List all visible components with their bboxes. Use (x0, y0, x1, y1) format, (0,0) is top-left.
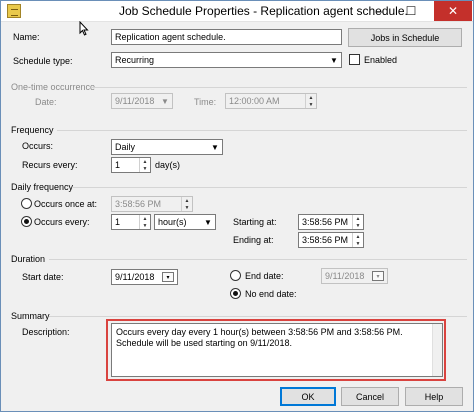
starting-at-label: Starting at: (233, 217, 277, 227)
one-time-divider (91, 87, 467, 88)
enabled-label: Enabled (364, 55, 398, 65)
duration-divider (49, 259, 467, 260)
ending-at-value: 3:58:56 PM (302, 235, 349, 245)
summary-divider (49, 316, 467, 317)
chevron-down-icon: ▼ (161, 96, 169, 106)
summary-section-title: Summary (11, 311, 50, 321)
time-label: Time: (194, 97, 217, 107)
occurs-every-value: 1 (115, 217, 121, 227)
end-date-value: 9/11/2018 (325, 271, 365, 281)
maximize-button[interactable]: ☐ (399, 1, 423, 21)
summary-highlight-box (106, 319, 446, 381)
duration-section-title: Duration (11, 254, 46, 264)
one-time-date-picker: 9/11/2018 ▼ (111, 93, 173, 109)
end-date-picker: 9/11/2018 ▾ (321, 268, 388, 284)
cancel-button[interactable]: Cancel (341, 387, 399, 406)
recurs-every-value: 1 (115, 160, 121, 170)
chevron-down-icon: ▼ (204, 217, 212, 227)
once-spinner: ▲ ▼ (181, 197, 192, 211)
daily-frequency-divider (73, 187, 467, 188)
daily-frequency-section-title: Daily frequency (11, 182, 74, 192)
occurs-once-time-value: 3:58:56 PM (115, 199, 162, 209)
frequency-divider (57, 130, 467, 131)
chevron-down-icon: ▼ (211, 142, 219, 152)
one-time-time-input: 12:00:00 AM ▲ ▼ (225, 93, 317, 109)
name-label: Name: (13, 32, 40, 42)
calendar-icon[interactable]: ▾ (162, 272, 174, 282)
schedule-icon (7, 4, 21, 18)
start-date-label: Start date: (22, 272, 64, 282)
time-spinner: ▲ ▼ (305, 94, 316, 108)
close-button[interactable]: ✕ (434, 1, 472, 21)
start-date-value: 9/11/2018 (115, 272, 155, 282)
date-label: Date: (35, 97, 57, 107)
recurs-unit-label: day(s) (155, 160, 181, 170)
schedule-type-select[interactable]: Recurring ▼ (111, 52, 342, 68)
one-time-section-title: One-time occurrence (11, 82, 96, 92)
jobs-in-schedule-button[interactable]: Jobs in Schedule (348, 28, 462, 47)
recurs-every-label: Recurs every: (22, 160, 78, 170)
one-time-date-value: 9/11/2018 (115, 96, 155, 106)
occurs-every-unit-value: hour(s) (158, 217, 187, 227)
minimize-button[interactable]: – (367, 1, 391, 21)
window-title: Job Schedule Properties - Replication ag… (119, 4, 408, 18)
occurs-every-radio[interactable] (21, 216, 32, 227)
occurs-label: Occurs: (22, 141, 54, 151)
every-spinner[interactable]: ▲ ▼ (139, 215, 150, 229)
occurs-value: Daily (115, 142, 136, 152)
end-date-radio[interactable] (230, 270, 241, 281)
one-time-time-value: 12:00:00 AM (229, 96, 280, 106)
no-end-date-radio[interactable] (230, 288, 241, 299)
occurs-once-radio[interactable] (21, 198, 32, 209)
job-schedule-dialog: Job Schedule Properties - Replication ag… (0, 0, 474, 412)
occurs-select[interactable]: Daily ▼ (111, 139, 223, 155)
description-label: Description: (22, 327, 70, 337)
schedule-type-label: Schedule type: (13, 56, 73, 66)
ending-at-label: Ending at: (233, 235, 274, 245)
ok-button[interactable]: OK (280, 387, 336, 406)
starting-at-value: 3:58:56 PM (302, 217, 349, 227)
recurs-every-input[interactable]: 1 ▲ ▼ (111, 157, 151, 173)
ending-spinner[interactable]: ▲ ▼ (352, 233, 363, 247)
occurs-every-unit-select[interactable]: hour(s) ▼ (154, 214, 216, 230)
starting-spinner[interactable]: ▲ ▼ (352, 215, 363, 229)
occurs-every-label: Occurs every: (34, 217, 90, 227)
occurs-once-label: Occurs once at: (34, 199, 98, 209)
enabled-checkbox[interactable] (349, 54, 360, 65)
start-date-picker[interactable]: 9/11/2018 ▾ (111, 269, 178, 285)
chevron-down-icon: ▼ (330, 55, 338, 65)
help-button[interactable]: Help (405, 387, 463, 406)
recurs-spinner[interactable]: ▲ ▼ (139, 158, 150, 172)
ending-at-input[interactable]: 3:58:56 PM ▲ ▼ (298, 232, 364, 248)
calendar-icon: ▾ (372, 271, 384, 281)
occurs-every-input[interactable]: 1 ▲ ▼ (111, 214, 151, 230)
mouse-cursor-icon (79, 21, 89, 36)
no-end-date-label: No end date: (245, 289, 297, 299)
title-bar: Job Schedule Properties - Replication ag… (1, 1, 473, 22)
name-input[interactable]: Replication agent schedule. (111, 29, 342, 45)
end-date-label: End date: (245, 271, 284, 281)
occurs-once-time-input: 3:58:56 PM ▲ ▼ (111, 196, 193, 212)
schedule-type-value: Recurring (115, 55, 155, 65)
frequency-section-title: Frequency (11, 125, 54, 135)
starting-at-input[interactable]: 3:58:56 PM ▲ ▼ (298, 214, 364, 230)
